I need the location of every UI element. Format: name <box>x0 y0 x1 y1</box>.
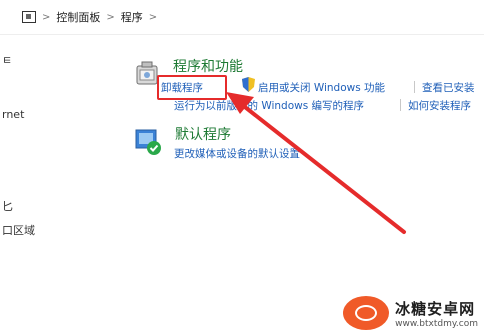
watermark: 冰糖安卓网 www.btxtdmy.com <box>343 296 478 330</box>
annotation-arrow <box>226 92 406 234</box>
watermark-url: www.btxtdmy.com <box>395 318 478 329</box>
watermark-logo-icon <box>343 296 390 330</box>
watermark-name: 冰糖安卓网 <box>395 299 476 318</box>
